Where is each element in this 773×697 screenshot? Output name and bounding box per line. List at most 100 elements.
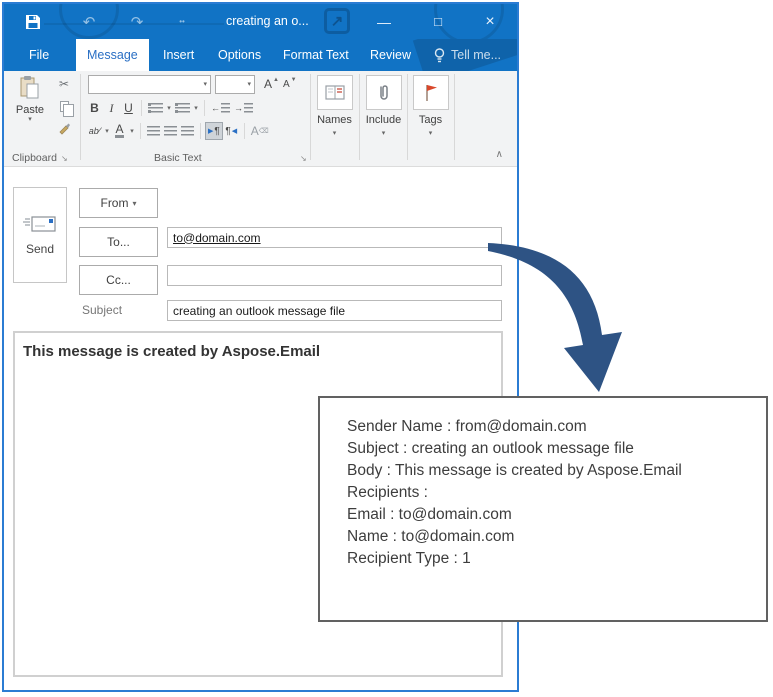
- send-label: Send: [25, 242, 55, 256]
- undo-icon[interactable]: ↶: [74, 4, 104, 39]
- include-button[interactable]: Include ▾: [365, 75, 402, 137]
- subject-input[interactable]: [167, 300, 502, 321]
- close-button[interactable]: ×: [473, 4, 507, 39]
- highlight-dropdown-icon[interactable]: ▾: [103, 122, 111, 140]
- numbered-list-icon[interactable]: [173, 99, 192, 117]
- copy-icon[interactable]: [54, 97, 74, 117]
- highlight-icon[interactable]: ab ⁄: [86, 122, 103, 140]
- group-separator: [80, 74, 81, 160]
- send-button[interactable]: Send: [13, 187, 67, 283]
- window-title: creating an o...: [226, 14, 309, 28]
- tell-me-label: Tell me...: [451, 48, 502, 62]
- tags-dropdown-icon: ▾: [428, 130, 433, 137]
- font-size-combo[interactable]: ▾: [215, 75, 255, 94]
- to-button[interactable]: To...: [79, 227, 158, 257]
- paste-button[interactable]: Paste ▾: [10, 75, 50, 147]
- align-right-icon[interactable]: [179, 122, 196, 140]
- maximize-button[interactable]: □: [421, 4, 455, 39]
- group-separator: [407, 74, 408, 160]
- include-dropdown-icon: ▾: [381, 130, 386, 137]
- save-icon[interactable]: [18, 4, 48, 39]
- tab-insert[interactable]: Insert: [152, 39, 205, 71]
- bullet-list-icon[interactable]: [146, 99, 165, 117]
- group-separator: [310, 74, 311, 160]
- title-bar: ↶ ↷ •• creating an o... ↗ — □ ×: [4, 4, 517, 39]
- callout-line: Subject : creating an outlook message fi…: [347, 440, 634, 457]
- basic-text-dialog-launcher-icon[interactable]: ↘: [296, 152, 307, 164]
- clipboard-dialog-launcher-icon[interactable]: ↘: [61, 154, 68, 163]
- underline-icon[interactable]: U: [120, 99, 137, 117]
- callout-line: Name : to@domain.com: [347, 528, 515, 545]
- font-name-combo[interactable]: ▾: [88, 75, 211, 94]
- redo-icon[interactable]: ↷: [122, 4, 152, 39]
- font-scale-buttons: A ▲ A ▼: [262, 75, 299, 93]
- cc-input[interactable]: [167, 265, 502, 286]
- screenshot-stage: ↶ ↷ •• creating an o... ↗ — □ × File Mes…: [0, 0, 773, 697]
- numbered-list-dropdown-icon[interactable]: ▾: [192, 99, 200, 117]
- message-body-text: This message is created by Aspose.Email: [23, 343, 321, 360]
- cc-button[interactable]: Cc...: [79, 265, 158, 295]
- names-label: Names: [317, 114, 352, 126]
- paragraph-row: ab ⁄ ▾ A ▾ ▶ ¶ ¶ ◀ A ⌫: [86, 122, 271, 140]
- bold-icon[interactable]: B: [86, 99, 103, 117]
- tab-format-text[interactable]: Format Text: [272, 39, 360, 71]
- align-center-icon[interactable]: [162, 122, 179, 140]
- font-color-dropdown-icon[interactable]: ▾: [128, 122, 136, 140]
- names-button[interactable]: Names ▾: [316, 75, 353, 137]
- tags-button[interactable]: Tags ▾: [412, 75, 449, 137]
- flag-icon: [412, 75, 449, 110]
- send-envelope-icon: [23, 216, 56, 232]
- clipboard-group-label: Clipboard ↘: [12, 152, 68, 164]
- clear-formatting-icon[interactable]: A ⌫: [249, 122, 271, 140]
- bullet-list-dropdown-icon[interactable]: ▾: [165, 99, 173, 117]
- increase-indent-icon[interactable]: →: [232, 99, 255, 117]
- from-button[interactable]: From ▾: [79, 188, 158, 218]
- clipboard-icon: [20, 76, 39, 99]
- decrease-indent-icon[interactable]: ←: [209, 99, 232, 117]
- ltr-direction-icon[interactable]: ▶ ¶: [205, 122, 223, 140]
- rtl-direction-icon[interactable]: ¶ ◀: [223, 122, 240, 140]
- callout-line: Email : to@domain.com: [347, 506, 512, 523]
- tab-tell-me[interactable]: Tell me...: [422, 39, 512, 71]
- font-name-dropdown-icon: ▾: [203, 81, 207, 88]
- collapse-ribbon-icon[interactable]: ∧: [496, 149, 503, 160]
- ribbon-tab-bar: File Message Insert Options Format Text …: [4, 39, 517, 71]
- callout-line: Sender Name : from@domain.com: [347, 418, 587, 435]
- align-left-icon[interactable]: [145, 122, 162, 140]
- callout-line: Recipients :: [347, 484, 428, 501]
- tab-options[interactable]: Options: [207, 39, 272, 71]
- subject-label: Subject: [82, 303, 123, 317]
- from-dropdown-icon: ▾: [132, 198, 137, 208]
- address-book-icon: [316, 75, 353, 110]
- lightbulb-icon: [434, 48, 445, 63]
- italic-icon[interactable]: I: [103, 99, 120, 117]
- font-color-icon[interactable]: A: [111, 122, 128, 140]
- minimize-button[interactable]: —: [367, 4, 401, 39]
- callout-line: Recipient Type : 1: [347, 550, 471, 567]
- font-style-row: B I U ▾ ▾ ← →: [86, 99, 255, 117]
- tags-label: Tags: [418, 114, 443, 126]
- ribbon: Paste ▾ ✂ Clipboard ↘ ▾ ▾ A ▲ A ▼ B I U …: [4, 71, 517, 167]
- callout-line: Body : This message is created by Aspose…: [347, 462, 682, 479]
- clipboard-small-buttons: ✂: [52, 75, 76, 137]
- names-dropdown-icon: ▾: [332, 130, 337, 137]
- tab-message[interactable]: Message: [76, 39, 149, 71]
- format-painter-icon[interactable]: [54, 119, 74, 137]
- paste-label: Paste: [15, 104, 45, 116]
- to-input[interactable]: [167, 227, 502, 248]
- popout-artwork-icon: ↗: [324, 8, 350, 34]
- cut-icon[interactable]: ✂: [54, 75, 74, 93]
- paste-dropdown-icon: ▾: [28, 116, 32, 123]
- shrink-font-icon[interactable]: A ▼: [281, 75, 299, 93]
- tab-file[interactable]: File: [18, 39, 60, 71]
- group-separator: [359, 74, 360, 160]
- group-separator: [454, 74, 455, 160]
- customize-qat-icon[interactable]: ••: [167, 4, 197, 39]
- grow-font-icon[interactable]: A ▲: [262, 75, 281, 93]
- font-size-dropdown-icon: ▾: [247, 81, 251, 88]
- include-label: Include: [365, 114, 402, 126]
- basic-text-group-label: Basic Text: [154, 152, 202, 164]
- paperclip-icon: [365, 75, 402, 110]
- tab-review[interactable]: Review: [359, 39, 422, 71]
- message-properties-callout: Sender Name : from@domain.com Subject : …: [318, 396, 768, 622]
